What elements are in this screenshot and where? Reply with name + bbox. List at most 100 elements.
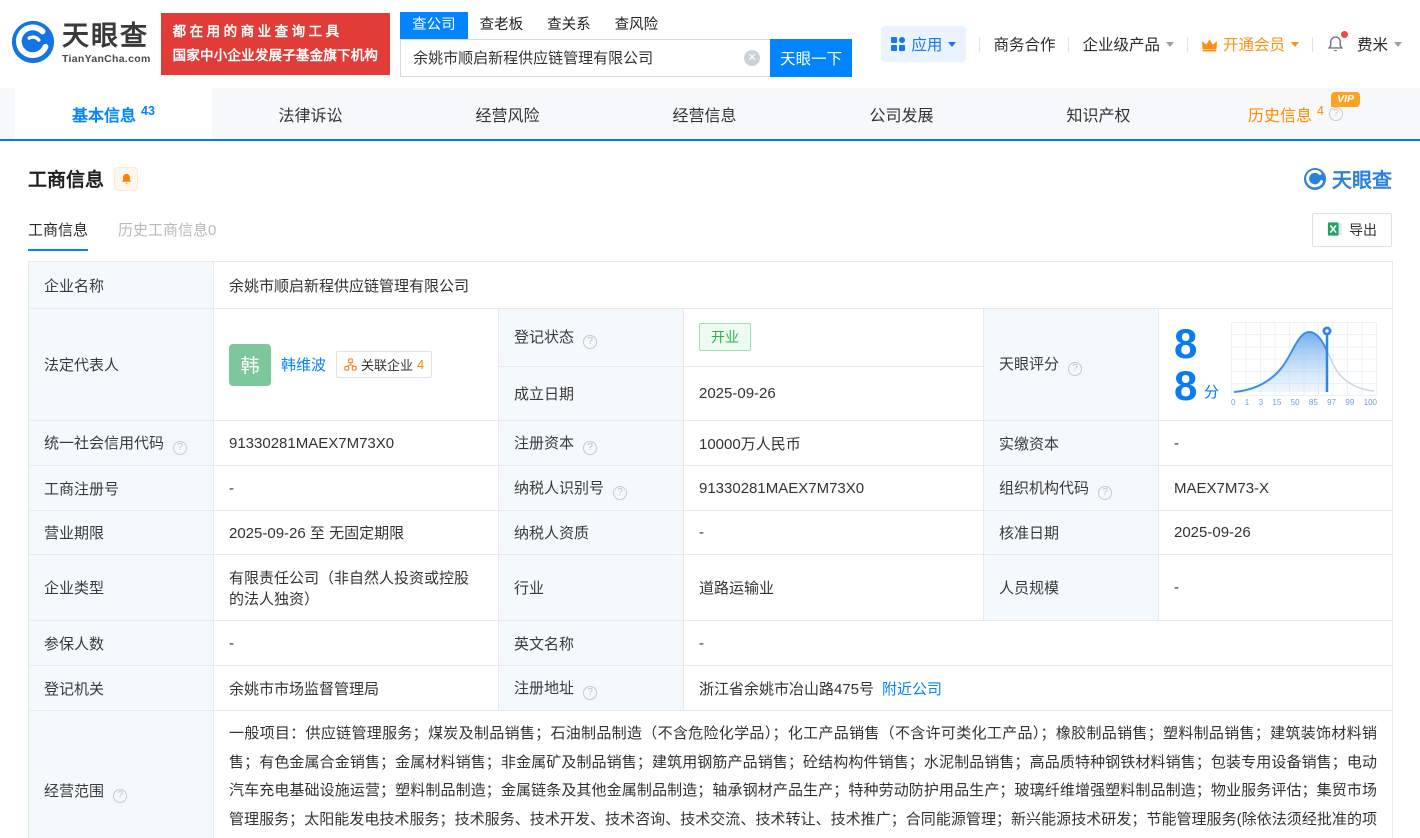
logo-title: 天眼查 <box>62 23 151 50</box>
search-area: 查公司 查老板 查关系 查风险 天眼一下 <box>400 12 852 77</box>
vip-badge: VIP <box>1331 92 1360 107</box>
tab-operation-info[interactable]: 经营信息 <box>606 88 803 139</box>
network-icon <box>344 358 357 371</box>
search-tab-company[interactable]: 查公司 <box>400 12 468 39</box>
logo-domain: TianYanCha.com <box>62 53 151 65</box>
field-label: 登记机关 <box>29 666 214 711</box>
nav-enterprise[interactable]: 企业级产品 <box>1082 33 1174 55</box>
related-companies-badge[interactable]: 关联企业 4 <box>336 351 432 378</box>
nav-vip-upgrade[interactable]: 开通会员 <box>1201 33 1299 55</box>
search-tab-risk[interactable]: 查风险 <box>603 12 671 39</box>
section-title: 工商信息 <box>28 165 104 192</box>
search-button[interactable]: 天眼一下 <box>770 39 852 77</box>
search-tab-relation[interactable]: 查关系 <box>535 12 603 39</box>
industry-value: 道路运输业 <box>684 555 984 621</box>
table-row: 企业名称 余姚市顺启新程供应链管理有限公司 <box>29 262 1393 309</box>
clear-search-icon[interactable] <box>744 50 760 66</box>
score-value: 88 <box>1174 323 1204 407</box>
tianyancha-logo[interactable]: 天眼查 TianYanCha.com <box>10 19 151 70</box>
help-icon[interactable] <box>583 441 597 455</box>
header: 天眼查 TianYanCha.com 都在用的商业查询工具 国家中小企业发展子基… <box>0 0 1420 88</box>
field-label: 企业名称 <box>29 262 214 309</box>
tab-history-info[interactable]: VIP 历史信息4 <box>1197 88 1394 139</box>
divider <box>1068 37 1069 52</box>
tab-legal[interactable]: 法律诉讼 <box>212 88 409 139</box>
legal-rep-cell: 韩 韩维波 关联企业 4 <box>214 309 499 421</box>
search-tab-boss[interactable]: 查老板 <box>468 12 536 39</box>
table-row: 工商注册号 - 纳税人识别号 91330281MAEX7M73X0 组织机构代码… <box>29 466 1393 511</box>
est-date-value: 2025-09-26 <box>684 366 984 420</box>
help-icon[interactable] <box>583 335 597 349</box>
field-label: 营业期限 <box>29 511 214 555</box>
status-badge: 开业 <box>699 323 751 351</box>
tab-basic-info[interactable]: 基本信息43 <box>15 88 212 139</box>
help-icon[interactable] <box>1329 107 1343 121</box>
paid-capital-value: - <box>1159 421 1393 466</box>
tab-operation-risk[interactable]: 经营风险 <box>409 88 606 139</box>
promo-banner: 都在用的商业查询工具 国家中小企业发展子基金旗下机构 <box>161 13 391 74</box>
legal-rep-avatar[interactable]: 韩 <box>229 344 271 386</box>
table-row: 法定代表人 韩 韩维波 关联企业 4 登记状态 开业 天眼评分 <box>29 309 1393 367</box>
help-icon[interactable] <box>173 441 187 455</box>
company-tabbar: 基本信息43 法律诉讼 经营风险 经营信息 公司发展 知识产权 VIP 历史信息… <box>0 88 1420 141</box>
nav-cooperation[interactable]: 商务合作 <box>993 33 1055 55</box>
score-distribution-chart <box>1231 322 1377 396</box>
nearby-companies-link[interactable]: 附近公司 <box>882 681 942 698</box>
notification-bell-icon[interactable] <box>1326 34 1345 54</box>
tab-company-development[interactable]: 公司发展 <box>803 88 1000 139</box>
export-button[interactable]: 导出 <box>1312 213 1392 247</box>
field-label: 实缴资本 <box>984 421 1159 466</box>
field-label: 行业 <box>499 555 684 621</box>
tab-intellectual-property[interactable]: 知识产权 <box>1000 88 1197 139</box>
company-name-value: 余姚市顺启新程供应链管理有限公司 <box>214 262 1393 309</box>
subscribe-bell-icon[interactable] <box>114 167 138 191</box>
credit-code-value: 91330281MAEX7M73X0 <box>214 421 499 466</box>
taxpayer-id-value: 91330281MAEX7M73X0 <box>684 466 984 511</box>
field-label: 纳税人资质 <box>499 511 684 555</box>
header-nav: 应用 商务合作 企业级产品 开通会员 费米 <box>881 26 1402 62</box>
help-icon[interactable] <box>1068 362 1082 376</box>
field-label: 组织机构代码 <box>984 466 1159 511</box>
taxpayer-quality-value: - <box>684 511 984 555</box>
apps-grid-icon <box>891 37 905 51</box>
business-term-value: 2025-09-26 至 无固定期限 <box>214 511 499 555</box>
chevron-down-icon <box>1394 42 1402 47</box>
insured-count-value: - <box>214 621 499 666</box>
field-label: 工商注册号 <box>29 466 214 511</box>
field-label: 人员规模 <box>984 555 1159 621</box>
field-label: 参保人数 <box>29 621 214 666</box>
table-row: 登记机关 余姚市市场监督管理局 注册地址 浙江省余姚市冶山路475号附近公司 <box>29 666 1393 711</box>
reg-number-value: - <box>214 466 499 511</box>
field-label: 法定代表人 <box>29 309 214 421</box>
help-icon[interactable] <box>1098 486 1112 500</box>
help-icon[interactable] <box>583 686 597 700</box>
table-row: 参保人数 - 英文名称 - <box>29 621 1393 666</box>
table-row: 经营范围 一般项目：供应链管理服务；煤炭及制品销售；石油制品制造（不含危险化学品… <box>29 711 1393 838</box>
english-name-value: - <box>684 621 1393 666</box>
table-row: 统一社会信用代码 91330281MAEX7M73X0 注册资本 10000万人… <box>29 421 1393 466</box>
table-row: 企业类型 有限责任公司（非自然人投资或控股的法人独资） 行业 道路运输业 人员规… <box>29 555 1393 621</box>
divider <box>979 37 980 52</box>
field-label: 纳税人识别号 <box>499 466 684 511</box>
promo-line1: 都在用的商业查询工具 <box>173 20 379 44</box>
notification-dot <box>1341 31 1348 38</box>
subtab-history-business-info[interactable]: 历史工商信息0 <box>118 219 216 251</box>
subtab-business-info[interactable]: 工商信息 <box>28 219 88 251</box>
search-tabs: 查公司 查老板 查关系 查风险 <box>400 12 852 39</box>
legal-rep-link[interactable]: 韩维波 <box>281 354 326 375</box>
reg-authority-value: 余姚市市场监督管理局 <box>214 666 499 711</box>
table-row: 营业期限 2025-09-26 至 无固定期限 纳税人资质 - 核准日期 202… <box>29 511 1393 555</box>
help-icon[interactable] <box>613 486 627 500</box>
reg-capital-value: 10000万人民币 <box>684 421 984 466</box>
apps-menu[interactable]: 应用 <box>881 26 966 62</box>
help-icon[interactable] <box>113 789 127 803</box>
company-type-value: 有限责任公司（非自然人投资或控股的法人独资） <box>214 555 499 621</box>
search-input[interactable] <box>400 39 770 77</box>
promo-line2: 国家中小企业发展子基金旗下机构 <box>173 44 379 68</box>
user-menu[interactable]: 费米 <box>1357 33 1402 55</box>
watermark-logo: 天眼查 <box>1303 164 1392 193</box>
business-info-table: 企业名称 余姚市顺启新程供应链管理有限公司 法定代表人 韩 韩维波 关联企业 4 <box>28 261 1393 838</box>
excel-icon <box>1327 221 1343 240</box>
reg-address-value: 浙江省余姚市冶山路475号附近公司 <box>684 666 1393 711</box>
field-label: 英文名称 <box>499 621 684 666</box>
